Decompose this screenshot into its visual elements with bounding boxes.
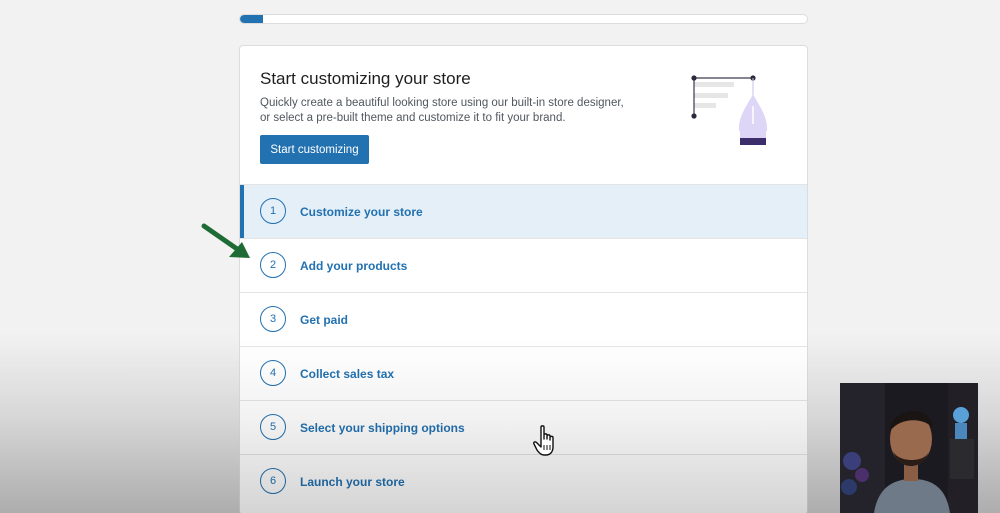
start-customizing-button[interactable]: Start customizing (260, 135, 369, 164)
task-item-launch-store[interactable]: 6 Launch your store (240, 454, 807, 508)
task-label: Add your products (300, 259, 408, 273)
task-item-customize-store[interactable]: 1 Customize your store (240, 184, 807, 238)
header-description: Quickly create a beautiful looking store… (260, 97, 624, 124)
progress-fill (240, 15, 263, 23)
step-number-badge: 5 (260, 414, 286, 440)
task-item-shipping-options[interactable]: 5 Select your shipping options (240, 400, 807, 454)
step-number-badge: 2 (260, 252, 286, 278)
step-number-badge: 4 (260, 360, 286, 386)
task-item-add-products[interactable]: 2 Add your products (240, 238, 807, 292)
task-label: Get paid (300, 313, 349, 327)
setup-task-card: Start customizing your store Quickly cre… (239, 45, 808, 513)
customize-header: Start customizing your store Quickly cre… (240, 46, 807, 184)
task-item-get-paid[interactable]: 3 Get paid (240, 292, 807, 346)
hand-cursor-icon (533, 425, 554, 456)
step-number-badge: 1 (260, 198, 286, 224)
presenter-video-frame (840, 383, 978, 513)
task-item-collect-sales-tax[interactable]: 4 Collect sales tax (240, 346, 807, 400)
task-label: Launch your store (300, 475, 405, 489)
page-title: Start customizing your store (260, 69, 471, 88)
setup-progress-bar (239, 14, 808, 24)
green-arrow-icon (201, 223, 250, 258)
step-number-badge: 3 (260, 306, 286, 332)
design-pen-illustration (691, 75, 768, 145)
presenter-webcam (840, 383, 978, 513)
task-label: Collect sales tax (300, 367, 395, 381)
task-label: Customize your store (300, 205, 423, 219)
step-number-badge: 6 (260, 468, 286, 494)
task-label: Select your shipping options (300, 421, 465, 435)
setup-task-list: 1 Customize your store 2 Add your produc… (240, 184, 807, 508)
